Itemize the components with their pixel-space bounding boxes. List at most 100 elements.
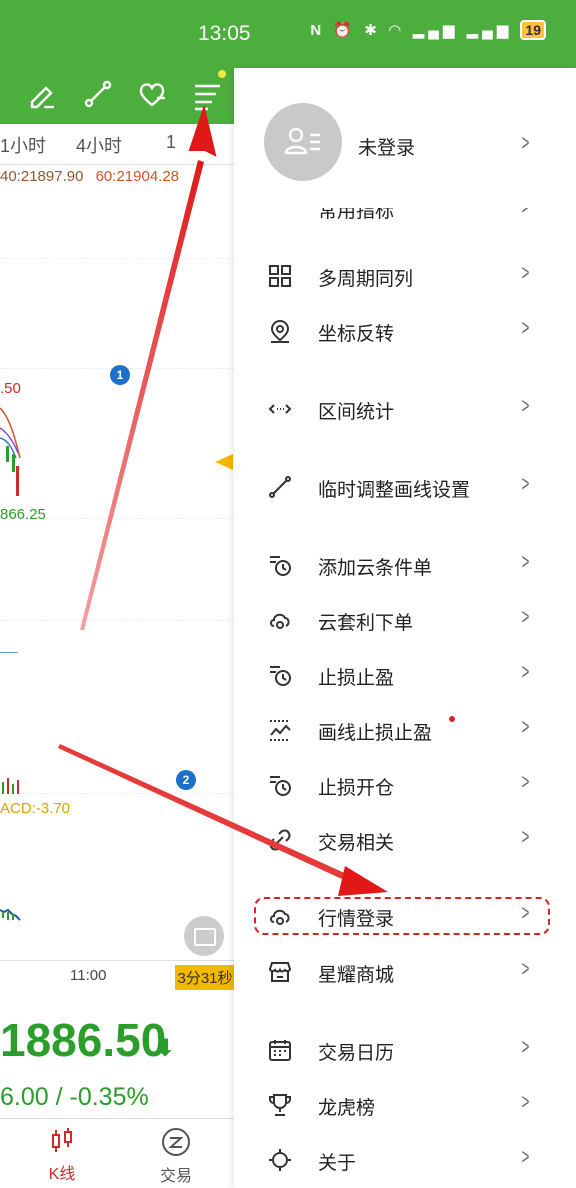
grid-line — [0, 620, 234, 621]
nav-kline[interactable]: K线 — [32, 1127, 92, 1184]
chevron-right-icon: > — [521, 769, 530, 794]
chevron-right-icon: > — [521, 130, 530, 155]
high-price-label: .50 — [0, 380, 21, 397]
menu-item-trade-related[interactable]: 交易相关 > — [234, 818, 576, 862]
trophy-icon — [268, 1093, 292, 1117]
clock-list-icon — [268, 553, 292, 577]
macd-label: ACD:-3.70 — [0, 800, 71, 817]
menu-item-label: 止损止盈 — [318, 668, 395, 689]
nav-kline-label: K线 — [48, 1166, 76, 1183]
chevron-right-icon: > — [521, 393, 530, 418]
chart-stop-icon — [268, 718, 292, 742]
low-price-label: 866.25 — [0, 506, 46, 523]
menu-item-label: 临时调整画线设置 — [318, 480, 471, 501]
menu-item-label: 交易相关 — [318, 833, 395, 854]
menu-item-trade-calendar[interactable]: 交易日历 > — [234, 1028, 576, 1072]
candlestick-icon — [52, 1128, 72, 1152]
price-change: 6.00 / -0.35% — [0, 1083, 149, 1111]
annotation-badge: 1 — [110, 365, 130, 385]
ma40-value: 40:21897.90 — [0, 168, 84, 185]
notification-dot — [218, 70, 226, 78]
favorite-heart-icon[interactable] — [134, 76, 170, 112]
chevron-right-icon: > — [521, 260, 530, 285]
menu-item-stop-open[interactable]: 止损开仓 > — [234, 763, 576, 807]
chevron-right-icon: > — [521, 604, 530, 629]
menu-item-label: 多周期同列 — [318, 269, 414, 290]
menu-item-label: 龙虎榜 — [318, 1098, 376, 1119]
calendar-icon — [268, 1038, 292, 1062]
tab-1h[interactable]: 1小时 — [0, 132, 46, 158]
menu-item-line-settings[interactable]: 临时调整画线设置 > — [234, 465, 576, 509]
grid-line — [0, 793, 234, 794]
fullscreen-button[interactable] — [184, 916, 224, 956]
menu-item-leaderboard[interactable]: 龙虎榜 > — [234, 1083, 576, 1127]
avatar — [264, 103, 342, 181]
chevron-right-icon: > — [521, 714, 530, 739]
alarm-icon: ⏰ — [333, 22, 357, 39]
status-icons: N ⏰ ✱ ◠ ▂▄▆ ▂▄▆ 19 — [310, 20, 546, 40]
annotation-badge: 2 — [176, 770, 196, 790]
chevron-right-icon: > — [521, 471, 530, 496]
clock-list-icon — [268, 663, 292, 687]
bar-countdown: 3分31秒 — [175, 965, 234, 990]
bottom-nav: K线 交易 — [0, 1118, 234, 1188]
location-pin-icon — [268, 319, 292, 343]
menu-item-label: 云套利下单 — [318, 613, 414, 634]
down-arrow-icon: ⬇ — [155, 1035, 176, 1062]
tab-more[interactable]: 1 — [166, 132, 176, 153]
last-price: 1886.50 — [0, 1014, 167, 1066]
nav-trade-label: 交易 — [159, 1168, 192, 1185]
menu-item-label: 星耀商城 — [318, 965, 395, 986]
grid-icon — [268, 264, 292, 288]
volume-bars — [2, 778, 19, 794]
menu-item-line-stop-loss[interactable]: 画线止损止盈 > — [234, 708, 576, 752]
menu-item-about[interactable]: 关于 > — [234, 1138, 576, 1182]
chart-panel: 1小时 4小时 1 40:21897.90 60:21904.28 .50 86… — [0, 68, 234, 1188]
menu-item-label: 坐标反转 — [318, 324, 395, 345]
grid-line — [0, 258, 234, 259]
menu-item-cloud-condition-order[interactable]: 添加云条件单 > — [234, 543, 576, 587]
chevron-right-icon: > — [521, 549, 530, 574]
ma60-value: 60:21904.28 — [95, 168, 180, 185]
pencil-icon[interactable] — [24, 76, 60, 112]
chevron-right-icon: > — [522, 208, 530, 220]
chevron-right-icon: > — [521, 1089, 530, 1114]
macd-histogram — [0, 908, 21, 921]
chevron-right-icon: > — [521, 956, 530, 981]
menu-item-axis-flip[interactable]: 坐标反转 > — [234, 309, 576, 353]
menu-item-label: 区间统计 — [318, 402, 395, 423]
chevron-right-icon: > — [521, 1144, 530, 1169]
bluetooth-icon: ✱ — [364, 22, 381, 39]
sun-info-icon — [268, 1148, 292, 1172]
chevron-right-icon: > — [521, 1034, 530, 1059]
4g-signal-icon: ▂▄▆ — [412, 22, 459, 39]
highlight-box — [254, 897, 550, 935]
time-axis: 11:00 3分31秒 — [0, 960, 234, 991]
profile-row[interactable]: 未登录 > — [234, 68, 576, 218]
menu-item-range-stats[interactable]: 区间统计 > — [234, 387, 576, 431]
range-arrows-icon — [268, 397, 292, 421]
link-icon — [268, 828, 292, 852]
menu-icon[interactable] — [190, 76, 226, 112]
chevron-right-icon: > — [521, 659, 530, 684]
menu-item-label: 常用指标 — [318, 208, 395, 222]
candlestick-fragment — [0, 407, 21, 496]
trade-icon — [162, 1128, 190, 1156]
menu-item-label: 添加云条件单 — [318, 558, 433, 579]
new-badge-dot — [449, 716, 455, 722]
profile-name: 未登录 — [358, 138, 416, 159]
clock: 13:05 — [198, 22, 251, 45]
indicator-line — [0, 652, 18, 653]
menu-item-multi-period[interactable]: 多周期同列 > — [234, 254, 576, 298]
draw-line-icon[interactable] — [80, 76, 116, 112]
nav-trade[interactable]: 交易 — [146, 1127, 206, 1186]
menu-item-cut[interactable]: 常用指标 > — [234, 208, 576, 232]
menu-item-label: 止损开仓 — [318, 778, 395, 799]
tab-4h[interactable]: 4小时 — [76, 132, 122, 158]
menu-item-cloud-arbitrage[interactable]: 云套利下单 > — [234, 598, 576, 642]
menu-item-stop-loss-take-profit[interactable]: 止损止盈 > — [234, 653, 576, 697]
menu-item-label: 关于 — [318, 1153, 357, 1174]
menu-item-star-store[interactable]: 星耀商城 > — [234, 950, 576, 994]
side-menu: 未登录 > 常用指标 > 多周期同列 > 坐标反转 > 区间统计 > 临时调整画… — [234, 68, 576, 1188]
ma-legend: 40:21897.90 60:21904.28 — [0, 168, 179, 185]
